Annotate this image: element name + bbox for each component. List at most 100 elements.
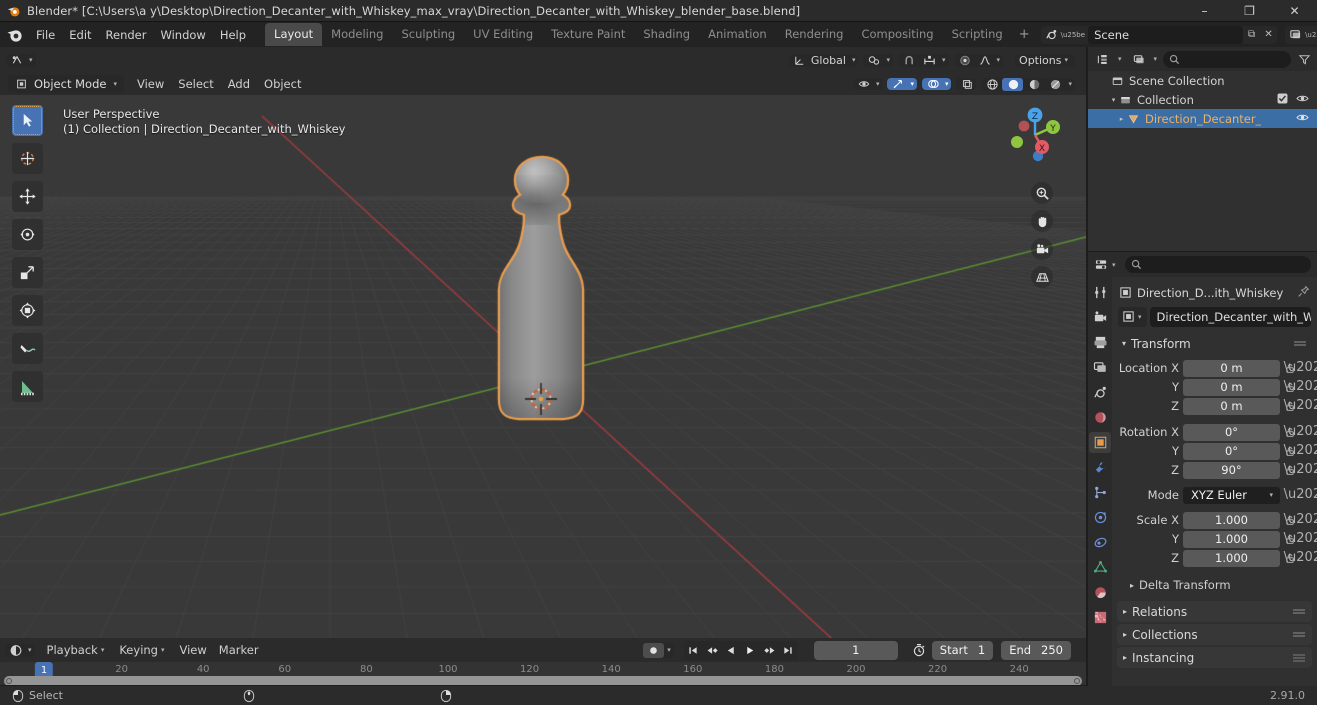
remove-scene-button[interactable]: ✕ (1260, 26, 1277, 44)
outliner-row-object[interactable]: ▸ Direction_Decanter_ (1088, 109, 1317, 128)
frame-end-input[interactable]: End 250 (1001, 640, 1071, 660)
move-tool[interactable] (12, 181, 43, 212)
workspace-tab-layout[interactable]: Layout (265, 23, 323, 46)
perspective-grid-icon[interactable] (1031, 266, 1053, 288)
material-tab[interactable] (1089, 582, 1111, 603)
location-x-animate-icon[interactable]: \u2022 (1284, 361, 1317, 374)
instancing-panel-header[interactable]: ▸ Instancing (1117, 647, 1312, 668)
snap-target-icon[interactable] (918, 54, 939, 67)
visibility-group[interactable]: ▾ (852, 78, 883, 90)
snap-caret[interactable]: ▾ (939, 56, 949, 64)
collection-eye-icon[interactable] (1296, 93, 1309, 107)
scale-z-input[interactable]: 1.000 (1183, 549, 1280, 567)
xray-toggle[interactable] (956, 78, 977, 90)
camera-icon[interactable] (1031, 238, 1053, 260)
timeline-ruler[interactable]: 20 40 60 80 100 120 140 160 180 200 220 240 1 (0, 662, 1086, 685)
location-z-animate-icon[interactable]: \u2022 (1284, 399, 1317, 412)
overlays-caret[interactable]: ▾ (942, 80, 952, 88)
maximize-button[interactable]: ❐ (1227, 0, 1272, 22)
scale-z-animate-icon[interactable]: \u2022 (1284, 551, 1317, 564)
jump-start-icon[interactable] (684, 641, 703, 660)
wireframe-shading-icon[interactable] (981, 78, 1002, 91)
editor-type-selector[interactable]: ▾ (6, 53, 36, 67)
pivot-caret[interactable]: ▾ (883, 56, 893, 64)
workspace-tab-shading[interactable]: Shading (634, 23, 699, 46)
rotation-mode-animate-icon[interactable]: \u2022 (1284, 488, 1317, 501)
transform-orientation-selector[interactable]: Global ▾ (788, 53, 859, 67)
rotation-y-animate-icon[interactable]: \u2022 (1284, 444, 1317, 457)
rendered-shading-icon[interactable] (1044, 78, 1065, 91)
constraints-tab[interactable] (1089, 532, 1111, 553)
location-y-input[interactable]: 0 m (1183, 378, 1280, 396)
scrollbar-left-handle[interactable] (6, 678, 12, 684)
scale-y-input[interactable]: 1.000 (1183, 530, 1280, 548)
timeline-menu-playback[interactable]: Playback ▾ (42, 641, 113, 659)
outliner-editor-type-icon[interactable] (1092, 53, 1112, 66)
transform-panel-header[interactable]: ▾ Transform (1116, 333, 1313, 354)
tweak-select-tool[interactable] (12, 105, 43, 136)
scale-x-animate-icon[interactable]: \u2022 (1284, 513, 1317, 526)
transform-tool[interactable] (12, 295, 43, 326)
timeline-editor-type-selector[interactable]: ▾ (5, 643, 35, 657)
scale-tool[interactable] (12, 257, 43, 288)
hand-pan-icon[interactable] (1031, 210, 1053, 232)
rotation-x-animate-icon[interactable]: \u2022 (1284, 425, 1317, 438)
location-y-animate-icon[interactable]: \u2022 (1284, 380, 1317, 393)
measure-tool[interactable] (12, 371, 43, 402)
rotation-z-animate-icon[interactable]: \u2022 (1284, 463, 1317, 476)
object-name-field[interactable]: Direction_Decanter_with_W... (1149, 306, 1311, 327)
collections-panel-header[interactable]: ▸ Collections (1117, 624, 1312, 645)
outliner-filter-caret[interactable]: ▾ (1151, 55, 1161, 63)
render-tab[interactable] (1089, 307, 1111, 328)
scale-y-animate-icon[interactable]: \u2022 (1284, 532, 1317, 545)
scene-tab[interactable] (1089, 382, 1111, 403)
snap-pivot-group[interactable]: ▾ (863, 53, 893, 67)
object-tab[interactable] (1089, 432, 1111, 453)
timeline-menu-view[interactable]: View (175, 641, 212, 659)
viewport-menu-view[interactable]: View (130, 75, 171, 93)
viewport-menu-select[interactable]: Select (171, 75, 220, 93)
magnet-snap-icon[interactable] (898, 54, 918, 67)
play-reverse-icon[interactable] (722, 641, 741, 660)
location-z-input[interactable]: 0 m (1183, 397, 1280, 415)
outliner-row-collection[interactable]: ▾ Collection (1088, 90, 1317, 109)
proportional-edit-icon[interactable] (954, 54, 974, 67)
timeline-scrollbar[interactable] (4, 676, 1082, 685)
outliner-row-scene-collection[interactable]: Scene Collection (1088, 71, 1317, 90)
falloff-caret[interactable]: ▾ (994, 56, 1004, 64)
3d-viewport[interactable]: User Perspective (1) Collection | Direct… (0, 47, 1086, 638)
object-eye-icon[interactable] (1296, 112, 1309, 126)
scene-browse-caret[interactable]: \u25be (1061, 31, 1085, 39)
proportional-edit-group[interactable]: ▾ (953, 53, 1004, 67)
workspace-tab-scripting[interactable]: Scripting (943, 23, 1012, 46)
particles-tab[interactable] (1089, 482, 1111, 503)
physics-tab[interactable] (1089, 507, 1111, 528)
overlays-group[interactable]: ▾ (921, 78, 952, 90)
output-tab[interactable] (1089, 332, 1111, 353)
outliner-view-layer-icon[interactable] (1128, 53, 1148, 66)
auto-key-caret[interactable]: ▾ (664, 646, 674, 654)
view-layer-tab[interactable] (1089, 357, 1111, 378)
material-preview-shading-icon[interactable] (1023, 78, 1044, 91)
properties-editor-icon[interactable]: ▾ (1094, 258, 1119, 271)
minimize-button[interactable]: – (1182, 0, 1227, 22)
gizmo-group[interactable]: ▾ (887, 78, 917, 90)
pivot-point-icon[interactable] (863, 54, 883, 67)
visibility-caret[interactable]: ▾ (873, 80, 883, 88)
view-layer-icon[interactable] (1285, 28, 1304, 41)
cursor-tool[interactable] (12, 143, 43, 174)
close-button[interactable]: ✕ (1272, 0, 1317, 22)
frame-start-input[interactable]: Start 1 (931, 640, 994, 660)
snapping-group[interactable]: ▾ (898, 53, 949, 67)
filter-icon[interactable] (1294, 53, 1313, 66)
shading-caret[interactable]: ▾ (1065, 80, 1075, 88)
rotation-z-input[interactable]: 90° (1183, 461, 1280, 479)
workspace-tab-modeling[interactable]: Modeling (322, 23, 392, 46)
object-visibility-icon[interactable] (853, 78, 873, 90)
blender-menu-icon[interactable] (6, 26, 24, 44)
properties-editor[interactable]: ▾ Direction_D...ith_Whiskey ▾ Direction_… (1088, 252, 1317, 686)
stopwatch-icon[interactable] (908, 643, 930, 657)
outliner-display-mode-caret[interactable]: ▾ (1115, 55, 1125, 63)
current-frame-input[interactable]: 1 (813, 640, 898, 660)
modifier-tab[interactable] (1089, 457, 1111, 478)
